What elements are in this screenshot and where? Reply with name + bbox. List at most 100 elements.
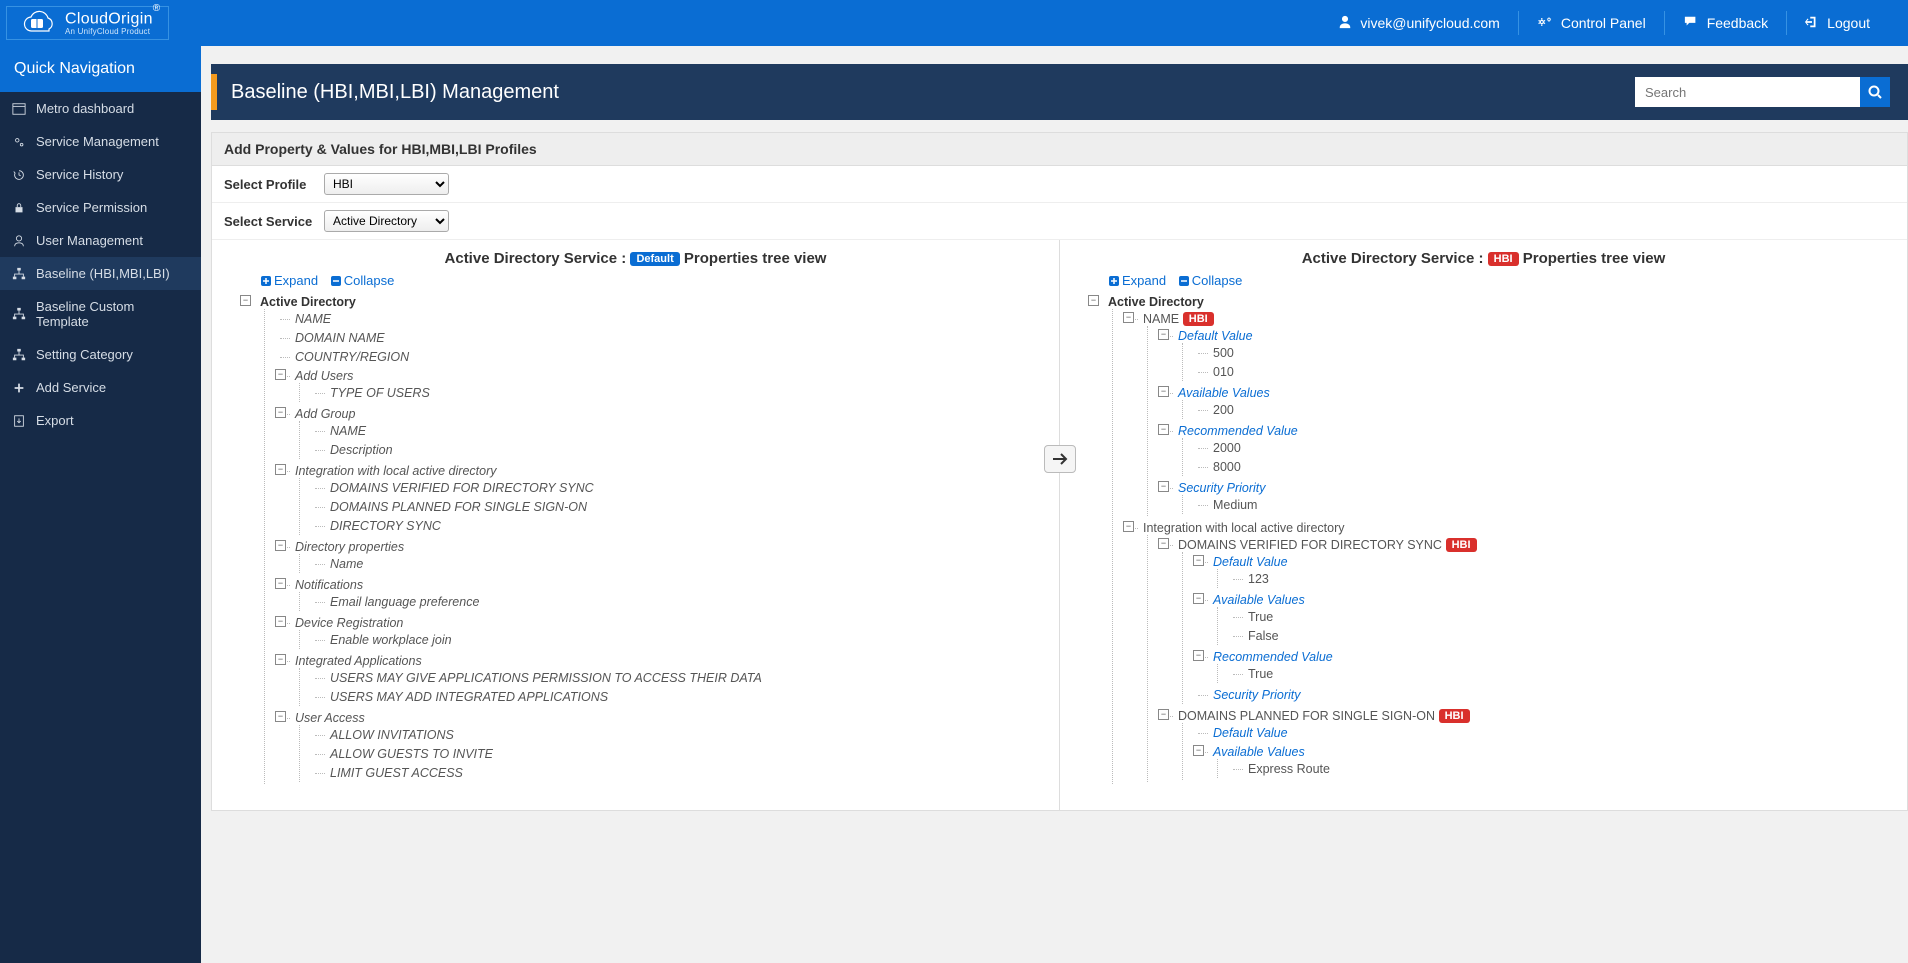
- tree-node[interactable]: Medium: [1199, 495, 1889, 514]
- collapse-toggle[interactable]: −: [275, 654, 286, 665]
- control-panel-link[interactable]: Control Panel: [1519, 0, 1664, 46]
- sidebar-item-permission[interactable]: Service Permission: [0, 191, 201, 224]
- collapse-toggle[interactable]: −: [275, 711, 286, 722]
- sidebar-item-metro[interactable]: Metro dashboard: [0, 92, 201, 125]
- collapse-toggle[interactable]: −: [1158, 709, 1169, 720]
- tree-node[interactable]: 200: [1199, 400, 1889, 419]
- tree-node[interactable]: Description: [316, 440, 1041, 459]
- collapse-toggle[interactable]: −: [275, 407, 286, 418]
- tree-node[interactable]: USERS MAY GIVE APPLICATIONS PERMISSION T…: [316, 668, 1041, 687]
- collapse-link[interactable]: Collapse: [330, 273, 395, 288]
- brand-logo[interactable]: CloudOrigin® An UnifyCloud Product: [6, 6, 169, 40]
- profile-select[interactable]: HBI: [324, 173, 449, 195]
- tree-node[interactable]: −Directory properties Name: [281, 537, 1041, 575]
- tree-node[interactable]: −Available Values 200: [1164, 383, 1889, 421]
- tree-node[interactable]: False: [1234, 626, 1889, 645]
- user-menu[interactable]: vivek@unifycloud.com: [1320, 0, 1518, 46]
- tree-node[interactable]: −DOMAINS PLANNED FOR SINGLE SIGN-ON HBI …: [1164, 706, 1889, 782]
- tree-node[interactable]: −Integration with local active directory…: [1129, 518, 1889, 784]
- tree-node[interactable]: −Integrated Applications USERS MAY GIVE …: [281, 651, 1041, 708]
- tree-node[interactable]: Default Value: [1199, 723, 1889, 742]
- collapse-toggle[interactable]: −: [1193, 555, 1204, 566]
- tree-node[interactable]: True: [1234, 664, 1889, 683]
- tree-node[interactable]: Security Priority: [1199, 685, 1889, 704]
- logout-link[interactable]: Logout: [1787, 0, 1888, 46]
- collapse-toggle[interactable]: −: [275, 369, 286, 380]
- transfer-arrow-button[interactable]: [1044, 445, 1076, 473]
- collapse-toggle[interactable]: −: [1123, 312, 1134, 323]
- expand-link[interactable]: Expand: [260, 273, 318, 288]
- tree-node[interactable]: COUNTRY/REGION: [281, 347, 1041, 366]
- tree-node[interactable]: DOMAINS VERIFIED FOR DIRECTORY SYNC: [316, 478, 1041, 497]
- sidebar-item-label: Export: [36, 413, 74, 428]
- tree-node[interactable]: 2000: [1199, 438, 1889, 457]
- tree-node[interactable]: −Recommended Value 2000 8000: [1164, 421, 1889, 478]
- tree-node[interactable]: −Available Values True False: [1199, 590, 1889, 647]
- service-select[interactable]: Active Directory: [324, 210, 449, 232]
- expand-link[interactable]: Expand: [1108, 273, 1166, 288]
- collapse-toggle[interactable]: −: [275, 578, 286, 589]
- collapse-toggle[interactable]: −: [1158, 386, 1169, 397]
- tree-node[interactable]: −User Access ALLOW INVITATIONS ALLOW GUE…: [281, 708, 1041, 784]
- tree-node[interactable]: −Available Values Express Route: [1199, 742, 1889, 780]
- tree-node[interactable]: −Add Users TYPE OF USERS: [281, 366, 1041, 404]
- sidebar-item-setting-category[interactable]: Setting Category: [0, 338, 201, 371]
- search-button[interactable]: [1860, 77, 1890, 107]
- collapse-toggle[interactable]: −: [1158, 424, 1169, 435]
- tree-node[interactable]: DOMAINS PLANNED FOR SINGLE SIGN-ON: [316, 497, 1041, 516]
- sidebar-item-baseline-custom[interactable]: Baseline Custom Template: [0, 290, 201, 338]
- tree-node[interactable]: −Add Group NAME Description: [281, 404, 1041, 461]
- sidebar-item-user-mgmt[interactable]: User Management: [0, 224, 201, 257]
- tree-node[interactable]: ALLOW GUESTS TO INVITE: [316, 744, 1041, 763]
- collapse-toggle[interactable]: −: [1193, 593, 1204, 604]
- collapse-toggle[interactable]: −: [1158, 538, 1169, 549]
- tree-node[interactable]: LIMIT GUEST ACCESS: [316, 763, 1041, 782]
- collapse-link[interactable]: Collapse: [1178, 273, 1243, 288]
- tree-node[interactable]: −Notifications Email language preference: [281, 575, 1041, 613]
- tree-node[interactable]: True: [1234, 607, 1889, 626]
- tree-node[interactable]: −Active Directory −NAME HBI −Default Val…: [1094, 292, 1889, 786]
- cloud-icon: [15, 9, 59, 37]
- tree-node[interactable]: −Default Value 123: [1199, 552, 1889, 590]
- collapse-toggle[interactable]: −: [1193, 745, 1204, 756]
- collapse-toggle[interactable]: −: [240, 295, 251, 306]
- tree-node[interactable]: 500: [1199, 343, 1889, 362]
- tree-node[interactable]: 8000: [1199, 457, 1889, 476]
- tree-node[interactable]: Enable workplace join: [316, 630, 1041, 649]
- tree-node[interactable]: −NAME HBI −Default Value 500 010: [1129, 309, 1889, 518]
- tree-node[interactable]: USERS MAY ADD INTEGRATED APPLICATIONS: [316, 687, 1041, 706]
- tree-node[interactable]: Name: [316, 554, 1041, 573]
- tree-node[interactable]: −DOMAINS VERIFIED FOR DIRECTORY SYNC HBI…: [1164, 535, 1889, 706]
- collapse-toggle[interactable]: −: [1158, 481, 1169, 492]
- feedback-link[interactable]: Feedback: [1665, 0, 1786, 46]
- tree-node[interactable]: −Integration with local active directory…: [281, 461, 1041, 537]
- sidebar-item-baseline[interactable]: Baseline (HBI,MBI,LBI): [0, 257, 201, 290]
- tree-node[interactable]: 010: [1199, 362, 1889, 381]
- sidebar-item-export[interactable]: Export: [0, 404, 201, 437]
- tree-node[interactable]: Email language preference: [316, 592, 1041, 611]
- collapse-toggle[interactable]: −: [275, 616, 286, 627]
- tree-node[interactable]: −Recommended Value True: [1199, 647, 1889, 685]
- sidebar-item-add-service[interactable]: Add Service: [0, 371, 201, 404]
- tree-node[interactable]: −Security Priority Medium: [1164, 478, 1889, 516]
- tree-node[interactable]: 123: [1234, 569, 1889, 588]
- tree-node[interactable]: −Device Registration Enable workplace jo…: [281, 613, 1041, 651]
- tree-node[interactable]: −Default Value 500 010: [1164, 326, 1889, 383]
- collapse-toggle[interactable]: −: [1158, 329, 1169, 340]
- tree-node[interactable]: TYPE OF USERS: [316, 383, 1041, 402]
- tree-node[interactable]: NAME: [316, 421, 1041, 440]
- collapse-toggle[interactable]: −: [1193, 650, 1204, 661]
- collapse-toggle[interactable]: −: [1123, 521, 1134, 532]
- collapse-toggle[interactable]: −: [1088, 295, 1099, 306]
- collapse-toggle[interactable]: −: [275, 540, 286, 551]
- search-input[interactable]: [1635, 77, 1860, 107]
- sidebar-item-history[interactable]: Service History: [0, 158, 201, 191]
- tree-node[interactable]: NAME: [281, 309, 1041, 328]
- tree-node[interactable]: DOMAIN NAME: [281, 328, 1041, 347]
- tree-node[interactable]: −Active Directory NAME DOMAIN NAME COUNT…: [246, 292, 1041, 786]
- sidebar-item-service-mgmt[interactable]: Service Management: [0, 125, 201, 158]
- tree-node[interactable]: ALLOW INVITATIONS: [316, 725, 1041, 744]
- collapse-toggle[interactable]: −: [275, 464, 286, 475]
- tree-node[interactable]: Express Route: [1234, 759, 1889, 778]
- tree-node[interactable]: DIRECTORY SYNC: [316, 516, 1041, 535]
